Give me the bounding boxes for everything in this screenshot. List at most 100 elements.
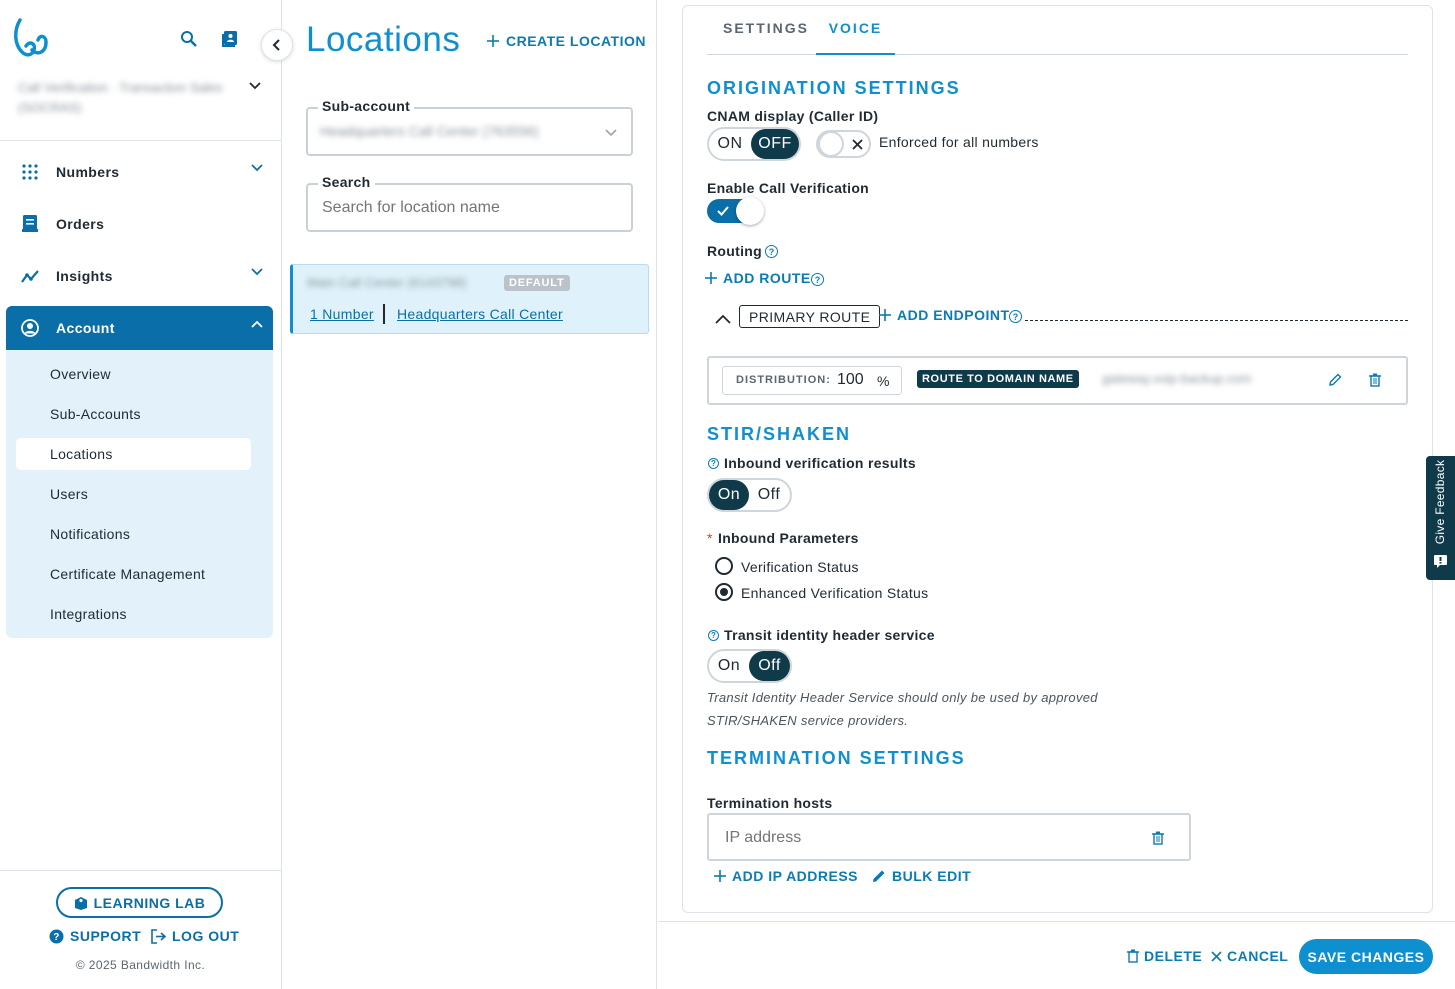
nav-item-orders[interactable]: Orders: [6, 202, 273, 246]
book-icon: [74, 896, 87, 910]
chat-icon: [1434, 555, 1447, 568]
tab-voice[interactable]: VOICE: [816, 20, 895, 55]
inbound-results-toggle[interactable]: On Off: [707, 478, 792, 512]
copyright: © 2025 Bandwidth Inc.: [75, 958, 206, 972]
account-selector[interactable]: Call Verification · Transaction Sales (S…: [18, 78, 228, 118]
help-icon[interactable]: ?: [1009, 310, 1022, 323]
add-ip-address-button[interactable]: ADD IP ADDRESS: [714, 868, 858, 884]
help-icon[interactable]: ?: [708, 630, 719, 641]
subnav-certificate-management[interactable]: Certificate Management: [16, 558, 251, 590]
user-circle-icon: [21, 319, 39, 337]
support-link[interactable]: ? SUPPORT: [49, 928, 141, 944]
help-icon[interactable]: ?: [765, 245, 778, 258]
ip-address-input[interactable]: [725, 826, 1125, 850]
radio-enhanced-verification-status[interactable]: [715, 583, 733, 601]
delete-button[interactable]: DELETE: [1127, 948, 1202, 964]
plus-icon: [487, 35, 499, 47]
search-input[interactable]: [322, 196, 617, 220]
subnav-notifications[interactable]: Notifications: [16, 518, 251, 550]
cnam-on-option[interactable]: ON: [709, 129, 751, 159]
trend-chart-icon: [21, 270, 39, 283]
pencil-icon[interactable]: [1328, 373, 1342, 387]
add-ip-label: ADD IP ADDRESS: [732, 868, 859, 884]
sidebar: Call Verification · Transaction Sales (S…: [0, 0, 293, 989]
ip-address-field[interactable]: [707, 813, 1191, 861]
cancel-button[interactable]: CANCEL: [1211, 948, 1288, 964]
radio-verification-status[interactable]: [715, 557, 733, 575]
logout-link[interactable]: LOG OUT: [151, 928, 239, 944]
help-icon[interactable]: ?: [708, 458, 719, 469]
enforced-label: Enforced for all numbers: [879, 134, 1039, 150]
logout-icon: [151, 928, 166, 944]
numbers-link[interactable]: 1 Number: [310, 306, 374, 322]
add-route-button[interactable]: ADD ROUTE: [705, 270, 811, 286]
distribution-value[interactable]: 100: [837, 371, 864, 389]
origination-title: ORIGINATION SETTINGS: [707, 78, 961, 98]
trash-icon[interactable]: [1369, 373, 1381, 387]
search-field[interactable]: Search: [306, 174, 633, 232]
route-type-badge: ROUTE TO DOMAIN NAME: [917, 370, 1079, 388]
routing-label: Routing: [707, 243, 762, 259]
nav-item-insights[interactable]: Insights: [6, 254, 273, 298]
chevron-down-icon[interactable]: [249, 82, 261, 90]
save-changes-button[interactable]: SAVE CHANGES: [1299, 939, 1433, 974]
svg-text:?: ?: [53, 932, 60, 943]
subnav-sub-accounts[interactable]: Sub-Accounts: [16, 398, 251, 430]
enforced-switch[interactable]: [816, 130, 871, 158]
chevron-up-icon: [251, 320, 263, 328]
nav-item-account[interactable]: Account: [6, 306, 273, 350]
give-feedback-tab[interactable]: Give Feedback: [1426, 456, 1455, 580]
location-card[interactable]: Main Call Center (6143798) DEFAULT 1 Num…: [290, 264, 649, 334]
add-endpoint-button[interactable]: ADD ENDPOINT: [879, 307, 1010, 323]
learning-lab-button[interactable]: LEARNING LAB: [56, 887, 223, 918]
transit-on-option[interactable]: On: [709, 651, 749, 681]
location-name: Main Call Center (6143798): [307, 275, 467, 290]
cnam-off-option[interactable]: OFF: [751, 129, 799, 159]
subaccount-select[interactable]: Sub-account Headquarters Call Center (76…: [306, 98, 633, 156]
dashed-divider: [1025, 320, 1408, 321]
primary-route-tag: PRIMARY ROUTE: [739, 305, 881, 328]
transit-off-option[interactable]: Off: [749, 651, 790, 681]
radio-label: Enhanced Verification Status: [741, 585, 929, 601]
call-verification-switch[interactable]: [707, 197, 764, 225]
create-location-button[interactable]: CREATE LOCATION: [487, 33, 646, 49]
tab-settings[interactable]: SETTINGS: [723, 20, 809, 36]
switch-knob: [736, 197, 764, 225]
chevron-down-icon: [251, 268, 263, 276]
subnav-integrations[interactable]: Integrations: [16, 598, 251, 630]
call-verification-label: Enable Call Verification: [707, 180, 870, 196]
subnav-users[interactable]: Users: [16, 478, 251, 510]
inbound-on-option[interactable]: On: [709, 480, 749, 510]
help-icon[interactable]: ?: [811, 273, 824, 286]
bulk-edit-button[interactable]: BULK EDIT: [872, 868, 971, 884]
subnav-locations[interactable]: Locations: [16, 438, 251, 470]
percent-sign: %: [877, 373, 890, 389]
inbound-off-option[interactable]: Off: [749, 480, 789, 510]
nav-label: Account: [56, 320, 115, 336]
bandwidth-logo[interactable]: [12, 16, 50, 58]
chevron-down-icon: [605, 129, 617, 137]
required-asterisk: *: [707, 530, 713, 546]
footer-divider: [658, 921, 1455, 922]
search-icon[interactable]: [180, 30, 198, 48]
distribution-label: DISTRIBUTION:: [736, 374, 831, 386]
subaccount-link[interactable]: Headquarters Call Center: [397, 306, 563, 322]
collapse-sidebar-button[interactable]: [261, 29, 293, 61]
delete-label: DELETE: [1144, 948, 1203, 964]
transit-toggle[interactable]: On Off: [707, 649, 792, 683]
cnam-toggle[interactable]: ON OFF: [707, 127, 801, 161]
distribution-field[interactable]: DISTRIBUTION: 100 %: [722, 366, 902, 395]
nav-item-numbers[interactable]: Numbers: [6, 150, 273, 194]
divider: [0, 140, 281, 141]
check-icon: [717, 206, 729, 216]
create-location-label: CREATE LOCATION: [506, 33, 646, 49]
inbound-params-label: Inbound Parameters: [718, 530, 859, 546]
help-circle-icon: ?: [49, 929, 64, 943]
nav-label: Insights: [56, 268, 113, 284]
trash-icon[interactable]: [1152, 831, 1164, 845]
chevron-up-icon[interactable]: [715, 314, 731, 324]
termination-title: TERMINATION SETTINGS: [707, 748, 966, 768]
subnav-overview[interactable]: Overview: [16, 358, 251, 390]
chevron-left-icon: [272, 39, 280, 51]
account-book-icon[interactable]: [221, 30, 239, 48]
